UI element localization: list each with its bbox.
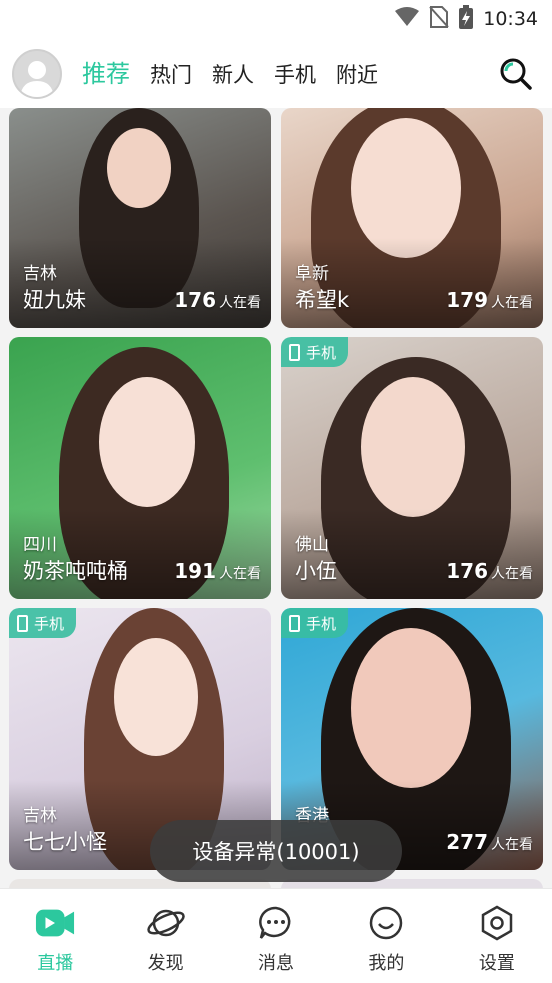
nav-live-label: 直播 <box>37 953 74 974</box>
streamer-location: 吉林 <box>23 806 57 826</box>
chat-bubble-icon <box>256 903 296 943</box>
live-camera-icon <box>35 903 75 943</box>
nav-settings[interactable]: 设置 <box>442 889 552 983</box>
status-bar: 10:34 <box>0 0 552 40</box>
viewer-count: 179 人在看 <box>446 288 533 312</box>
streamer-location: 四川 <box>23 535 57 555</box>
viewer-count: 176 人在看 <box>446 559 533 583</box>
phone-icon <box>17 614 28 632</box>
nav-messages-label: 消息 <box>258 953 295 974</box>
viewer-count: 176 人在看 <box>174 288 261 312</box>
search-button[interactable] <box>498 56 534 92</box>
bottom-nav: 直播 发现 消息 我的 设置 <box>0 888 552 983</box>
streamer-name: 小伍 <box>295 559 337 583</box>
wifi-icon <box>395 7 420 31</box>
mobile-live-badge: 手机 <box>281 608 349 638</box>
top-nav: 推荐 热门 新人 手机 附近 <box>0 40 552 108</box>
nav-live[interactable]: 直播 <box>0 889 110 983</box>
streamer-name: 妞九妹 <box>23 288 86 312</box>
live-card[interactable]: 阜新 希望k 179 人在看 <box>281 108 543 328</box>
live-card[interactable]: 吉林 妞九妹 176 人在看 <box>9 108 271 328</box>
phone-icon <box>289 614 300 632</box>
user-silhouette-icon <box>20 61 54 97</box>
tab-hot[interactable]: 热门 <box>150 59 192 89</box>
nav-profile[interactable]: 我的 <box>331 889 441 983</box>
tab-new[interactable]: 新人 <box>212 59 254 89</box>
live-card[interactable]: 四川 奶茶吨吨桶 191 人在看 <box>9 337 271 599</box>
streamer-location: 阜新 <box>295 264 329 284</box>
nav-discover[interactable]: 发现 <box>110 889 220 983</box>
mobile-live-badge: 手机 <box>9 608 77 638</box>
hexagon-settings-icon <box>477 903 517 943</box>
smiley-icon <box>366 903 406 943</box>
live-card[interactable]: 手机 佛山 小伍 176 人在看 <box>281 337 543 599</box>
mobile-live-badge: 手机 <box>281 337 349 367</box>
phone-icon <box>289 343 300 361</box>
live-feed: 吉林 妞九妹 176 人在看 阜新 希望k 179 人在看 四川 奶茶吨吨桶 191… <box>0 108 552 888</box>
nav-discover-label: 发现 <box>147 953 184 974</box>
streamer-name: 奶茶吨吨桶 <box>23 559 128 583</box>
streamer-location: 佛山 <box>295 535 329 555</box>
streamer-name: 七七小怪 <box>23 830 107 854</box>
viewer-count: 277 人在看 <box>446 830 533 854</box>
nav-messages[interactable]: 消息 <box>221 889 331 983</box>
nav-settings-label: 设置 <box>478 953 515 974</box>
avatar[interactable] <box>12 49 62 99</box>
tab-mobile[interactable]: 手机 <box>274 59 316 89</box>
category-tabs: 推荐 热门 新人 手机 附近 <box>82 54 378 89</box>
clock: 10:34 <box>483 8 538 30</box>
tab-nearby[interactable]: 附近 <box>336 59 378 89</box>
nav-profile-label: 我的 <box>368 953 405 974</box>
viewer-count: 191 人在看 <box>174 559 261 583</box>
planet-icon <box>146 903 186 943</box>
tab-recommended[interactable]: 推荐 <box>82 54 130 89</box>
streamer-name: 希望k <box>295 288 350 312</box>
battery-charging-icon <box>459 5 474 33</box>
no-sim-icon <box>429 6 449 32</box>
streamer-location: 吉林 <box>23 264 57 284</box>
search-icon <box>500 58 532 90</box>
error-toast: 设备异常(10001) <box>150 820 402 882</box>
